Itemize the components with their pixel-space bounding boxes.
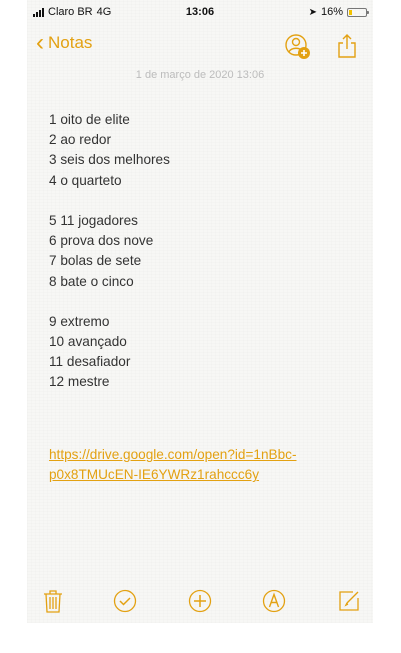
battery-percent: 16%: [320, 6, 343, 18]
note-body[interactable]: 1 oito de elite 2 ao redor 3 seis dos me…: [49, 110, 359, 485]
compose-icon[interactable]: [337, 589, 361, 613]
bottom-toolbar: [27, 581, 373, 623]
note-line: 3 seis dos melhores: [49, 152, 170, 168]
location-icon: ➤: [308, 6, 317, 18]
navigation-bar: ‹ Notas: [27, 28, 373, 64]
note-line: 8 bate o cinco: [49, 273, 134, 289]
chevron-left-icon: ‹: [36, 29, 44, 56]
note-date: 1 de março de 2020 13:06: [135, 69, 265, 81]
back-label: Notas: [48, 33, 93, 52]
battery-icon: [347, 7, 369, 17]
note-line: 5 11 jogadores: [49, 212, 138, 228]
note-line: 1 oito de elite: [49, 112, 130, 127]
note-line: 6 prova dos nove: [49, 233, 154, 249]
note-line: 7 bolas de sete: [49, 253, 142, 269]
note-line: 10 avançado: [49, 334, 127, 350]
add-person-icon[interactable]: [285, 34, 311, 60]
note-line: 4 o quarteto: [49, 172, 122, 188]
note-line: 2 ao redor: [49, 132, 111, 148]
status-bar: Claro BR 4G 13:06 ➤ 16%: [27, 0, 373, 24]
note-line: 12 mestre: [49, 374, 110, 390]
drive-link[interactable]: https://drive.google.com/open?id=1nBbc-p…: [49, 445, 359, 485]
note-line: 9 extremo: [49, 313, 110, 329]
back-button[interactable]: ‹ Notas: [36, 29, 93, 56]
markup-icon[interactable]: [262, 589, 286, 613]
note-line: 11 desafiador: [49, 354, 131, 370]
notes-screen: Claro BR 4G 13:06 ➤ 16% ‹ Notas 1 de mar…: [27, 0, 373, 623]
checklist-icon[interactable]: [113, 589, 137, 613]
status-right: ➤ 16%: [308, 6, 369, 18]
trash-icon[interactable]: [41, 589, 65, 613]
share-icon[interactable]: [337, 34, 357, 58]
battery-fill: [349, 9, 352, 15]
add-icon[interactable]: [188, 589, 212, 613]
